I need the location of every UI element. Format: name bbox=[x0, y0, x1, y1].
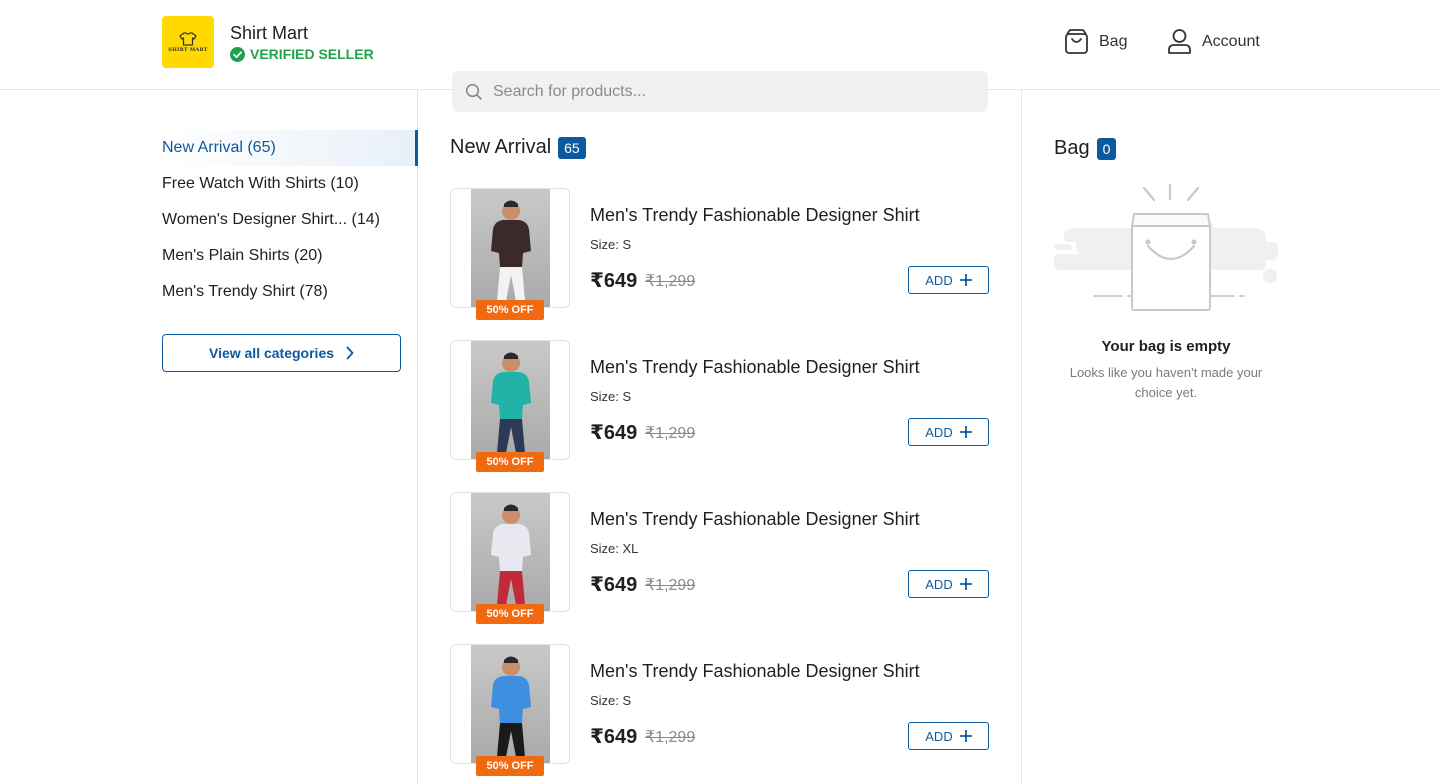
header-account-label: Account bbox=[1202, 32, 1260, 50]
add-label: ADD bbox=[925, 424, 953, 440]
check-circle-icon bbox=[230, 46, 245, 62]
product-size: Size: S bbox=[590, 389, 632, 404]
empty-bag-illustration bbox=[1054, 183, 1278, 311]
logo-text: SHIRT MART bbox=[168, 46, 208, 53]
category-item-mens-trendy[interactable]: Men's Trendy Shirt (78) bbox=[162, 274, 418, 310]
plus-icon bbox=[959, 274, 972, 286]
add-to-bag-button[interactable]: ADD bbox=[908, 266, 989, 294]
model-figure-icon bbox=[491, 352, 531, 453]
product-mrp: ₹1,299 bbox=[645, 273, 696, 290]
section-title: New Arrival bbox=[450, 136, 552, 158]
add-label: ADD bbox=[925, 576, 953, 592]
product-image[interactable] bbox=[450, 644, 570, 764]
product-name[interactable]: Men's Trendy Fashionable Designer Shirt bbox=[590, 509, 920, 530]
empty-bag-subtitle: Looks like you haven't made your choice … bbox=[1069, 365, 1263, 400]
category-item-free-watch[interactable]: Free Watch With Shirts (10) bbox=[162, 166, 418, 202]
category-sidebar: New Arrival (65) Free Watch With Shirts … bbox=[162, 130, 418, 372]
header-bag-label: Bag bbox=[1099, 32, 1128, 50]
product-size: Size: S bbox=[590, 237, 632, 252]
bag-title: Bag bbox=[1054, 137, 1090, 159]
section-header: New Arrival 65 bbox=[450, 136, 586, 159]
product-card[interactable]: 50% OFF Men's Trendy Fashionable Designer… bbox=[450, 340, 990, 476]
add-to-bag-button[interactable]: ADD bbox=[908, 570, 989, 598]
product-card[interactable]: 50% OFF Men's Trendy Fashionable Designer… bbox=[450, 188, 990, 324]
product-mrp: ₹1,299 bbox=[645, 425, 696, 442]
plus-icon bbox=[959, 426, 972, 438]
add-to-bag-button[interactable]: ADD bbox=[908, 418, 989, 446]
section-count-badge: 65 bbox=[558, 136, 586, 159]
view-all-categories-button[interactable]: View all categories bbox=[162, 334, 401, 372]
model-figure-icon bbox=[491, 504, 531, 605]
product-name[interactable]: Men's Trendy Fashionable Designer Shirt bbox=[590, 205, 920, 226]
product-image[interactable] bbox=[450, 188, 570, 308]
product-mrp: ₹1,299 bbox=[645, 577, 696, 594]
product-photo bbox=[471, 189, 550, 307]
product-card[interactable]: 50% OFF Men's Trendy Fashionable Designer… bbox=[450, 492, 990, 628]
search-bar[interactable] bbox=[452, 71, 988, 112]
header-bag-button[interactable]: Bag bbox=[1064, 28, 1127, 55]
product-size: Size: XL bbox=[590, 541, 639, 556]
discount-badge: 50% OFF bbox=[476, 300, 544, 320]
bag-header: Bag 0 bbox=[1054, 137, 1117, 160]
category-item-new-arrival[interactable]: New Arrival (65) bbox=[162, 130, 418, 166]
discount-badge: 50% OFF bbox=[476, 452, 544, 472]
product-card[interactable]: 50% OFF Men's Trendy Fashionable Designer… bbox=[450, 644, 990, 780]
add-label: ADD bbox=[925, 272, 953, 288]
search-icon bbox=[465, 83, 482, 100]
category-item-womens-designer[interactable]: Women's Designer Shirt... (14) bbox=[162, 202, 418, 238]
empty-bag-title: Your bag is empty bbox=[1101, 338, 1231, 355]
category-item-mens-plain[interactable]: Men's Plain Shirts (20) bbox=[162, 238, 418, 274]
search-input[interactable] bbox=[493, 82, 963, 101]
user-icon bbox=[1168, 29, 1191, 54]
product-price: ₹649 bbox=[590, 422, 638, 444]
product-photo bbox=[471, 341, 550, 459]
product-image[interactable] bbox=[450, 340, 570, 460]
store-logo[interactable]: SHIRT MART bbox=[162, 16, 214, 68]
store-name[interactable]: Shirt Mart bbox=[230, 23, 308, 44]
view-all-label: View all categories bbox=[208, 345, 335, 361]
add-to-bag-button[interactable]: ADD bbox=[908, 722, 989, 750]
product-mrp: ₹1,299 bbox=[645, 729, 696, 746]
product-price: ₹649 bbox=[590, 726, 638, 748]
product-price: ₹649 bbox=[590, 574, 638, 596]
add-label: ADD bbox=[925, 728, 953, 744]
product-name[interactable]: Men's Trendy Fashionable Designer Shirt bbox=[590, 357, 920, 378]
verified-label: VERIFIED SELLER bbox=[250, 46, 374, 62]
product-size: Size: S bbox=[590, 693, 632, 708]
model-figure-icon bbox=[491, 656, 531, 757]
product-name[interactable]: Men's Trendy Fashionable Designer Shirt bbox=[590, 661, 920, 682]
plus-icon bbox=[959, 578, 972, 590]
plus-icon bbox=[959, 730, 972, 742]
shopping-bag-icon bbox=[1065, 29, 1088, 54]
header-account-button[interactable]: Account bbox=[1167, 28, 1260, 55]
chevron-right-icon bbox=[346, 346, 354, 360]
product-photo bbox=[471, 493, 550, 611]
bag-count-badge: 0 bbox=[1096, 137, 1117, 160]
right-column-divider bbox=[1021, 90, 1022, 784]
discount-badge: 50% OFF bbox=[476, 604, 544, 624]
model-figure-icon bbox=[491, 200, 531, 301]
verified-seller-badge: VERIFIED SELLER bbox=[230, 46, 374, 62]
product-image[interactable] bbox=[450, 492, 570, 612]
product-photo bbox=[471, 645, 550, 763]
product-price: ₹649 bbox=[590, 270, 638, 292]
discount-badge: 50% OFF bbox=[476, 756, 544, 776]
shirt-icon bbox=[179, 31, 197, 46]
